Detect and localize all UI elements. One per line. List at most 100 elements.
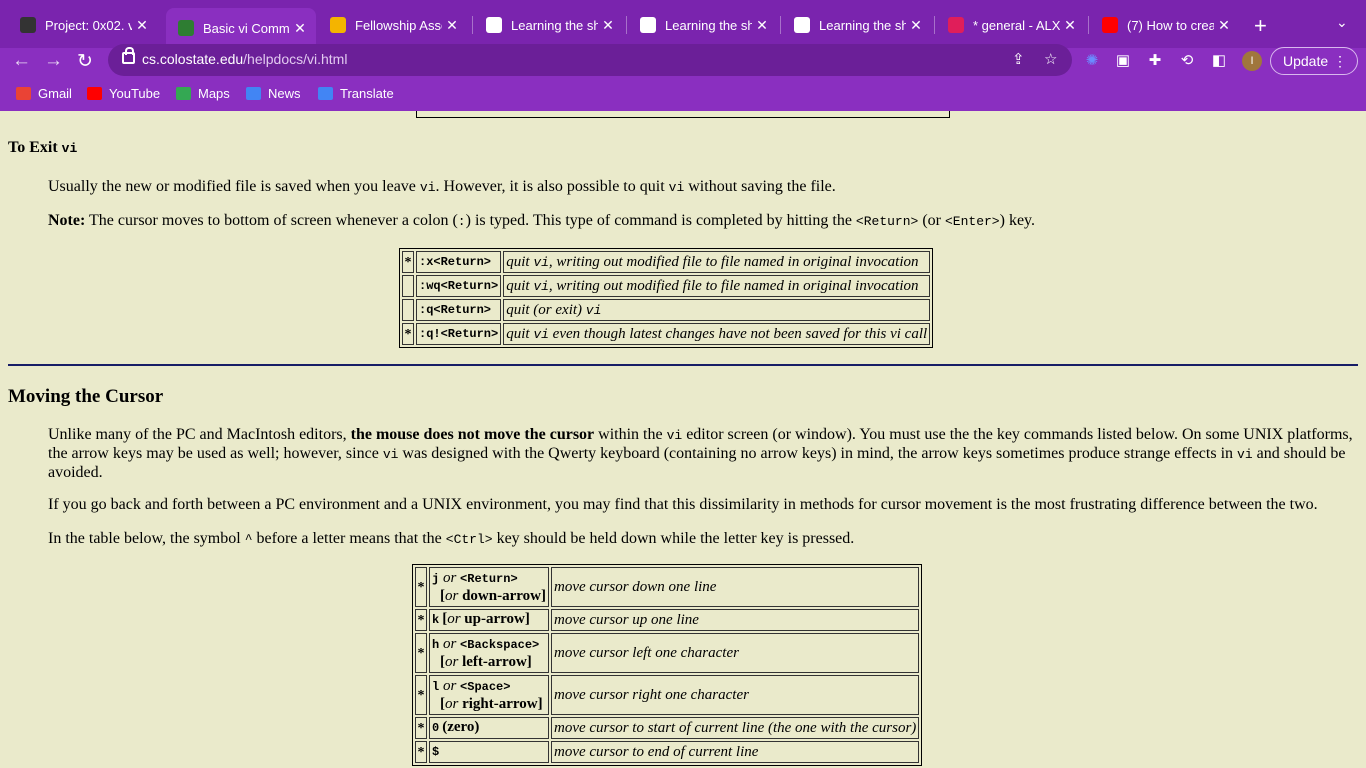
star-marker: * [415, 567, 427, 607]
maps-icon [176, 87, 191, 100]
translate-icon [318, 87, 333, 100]
bookmarks-bar: Gmail YouTube Maps News Translate [0, 82, 1366, 106]
star-marker: * [415, 675, 427, 715]
extension-icon[interactable]: ✺ [1083, 52, 1101, 70]
update-button[interactable]: Update ⋮ [1270, 47, 1358, 75]
reload-icon[interactable]: ↻ [77, 50, 93, 73]
close-tab-icon[interactable]: ✕ [132, 17, 152, 34]
text-run: ) is typed. This type of command is comp… [465, 212, 856, 229]
address-bar[interactable]: cs.colostate.edu/helpdocs/vi.html ⇪ ☆ [108, 44, 1072, 76]
or-text: or [439, 569, 461, 586]
key-code: :q!<Return> [419, 327, 499, 341]
tab-4[interactable]: Learning the sh ✕ [474, 8, 624, 42]
tab-6[interactable]: Learning the sh ✕ [782, 8, 932, 42]
key-code: $ [432, 745, 440, 759]
cursor-paragraph-1: Unlike many of the PC and MacIntosh edit… [48, 426, 1358, 482]
exit-paragraph: Usually the new or modified file is save… [48, 178, 836, 197]
close-tab-icon[interactable]: ✕ [752, 17, 772, 34]
section-divider [8, 364, 1358, 366]
side-panel-icon[interactable]: ◧ [1210, 52, 1228, 70]
new-tab-icon[interactable]: + [1254, 13, 1267, 39]
inline-code: <Ctrl> [445, 532, 493, 547]
command-description: quit (or exit) vi [503, 299, 931, 321]
close-tab-icon[interactable]: ✕ [1214, 17, 1234, 34]
cursor-paragraph-3: In the table below, the symbol ^ before … [48, 530, 854, 549]
tab-3[interactable]: Fellowship Asse ✕ [318, 8, 468, 42]
cursor-commands-table: * j or <Return> [or down-arrow] move cursor… [412, 564, 923, 766]
tab-favicon-icon [178, 20, 194, 36]
bookmark-label: YouTube [109, 86, 161, 101]
inline-code: vi [668, 180, 685, 195]
table-row: * k [or up-arrow] move cursor up one line [415, 609, 920, 631]
command-description: move cursor down one line [550, 567, 920, 607]
inline-code: <Return> [855, 214, 919, 229]
text-run: within the [594, 426, 667, 443]
inline-code: vi [382, 447, 399, 462]
bookmark-star-icon[interactable]: ☆ [1044, 50, 1057, 68]
youtube-icon [87, 87, 102, 100]
bookmark-news[interactable]: News [246, 86, 301, 101]
forward-arrow-icon[interactable]: → [44, 50, 63, 72]
bookmark-youtube[interactable]: YouTube [87, 86, 160, 101]
or-text: or [439, 635, 461, 652]
inline-code: <Enter> [945, 214, 1000, 229]
alt-key: up-arrow] [460, 611, 530, 627]
alternate-key: [or right-arrow] [432, 696, 543, 712]
cursor-heading: Moving the Cursor [8, 386, 164, 407]
command-key: :wq<Return> [416, 275, 502, 297]
tab-8[interactable]: (7) How to creat ✕ [1090, 8, 1240, 42]
lock-icon[interactable] [122, 47, 135, 64]
history-sync-icon[interactable]: ⟲ [1178, 52, 1196, 70]
text-run: without saving the file. [684, 178, 836, 195]
inline-code: ^ [244, 532, 253, 547]
note-label: Note: [48, 212, 86, 229]
bookmark-translate[interactable]: Translate [318, 86, 394, 101]
desc-code: vi [585, 302, 602, 318]
bookmark-gmail[interactable]: Gmail [16, 86, 72, 101]
text-run: The cursor moves to bottom of screen whe… [85, 212, 458, 229]
tab-1[interactable]: Project: 0x02. vi ✕ [8, 8, 158, 42]
star-marker: * [402, 251, 414, 273]
close-tab-icon[interactable]: ✕ [1060, 17, 1080, 34]
tab-7[interactable]: * general - ALX ✕ [936, 8, 1086, 42]
more-menu-icon[interactable]: ⋮ [1333, 48, 1347, 74]
url-text[interactable]: cs.colostate.edu/helpdocs/vi.html [142, 51, 347, 67]
close-tab-icon[interactable]: ✕ [906, 17, 926, 34]
extensions-puzzle-icon[interactable]: ✚ [1146, 52, 1164, 70]
tab-5[interactable]: Learning the sh ✕ [628, 8, 778, 42]
close-tab-icon[interactable]: ✕ [290, 20, 310, 37]
star-marker: * [415, 609, 427, 631]
desc-text: quit (or exit) [506, 301, 586, 318]
desc-text: quit [506, 277, 534, 294]
text-run: Usually the new or modified file is save… [48, 178, 420, 195]
text-run: ) key. [999, 212, 1035, 229]
tab-favicon-icon [640, 17, 656, 33]
command-key: $ [429, 741, 549, 763]
back-arrow-icon[interactable]: ← [12, 50, 31, 72]
previous-table-bottom [416, 111, 950, 118]
star-marker [402, 275, 414, 297]
tab-favicon-icon [794, 17, 810, 33]
browser-chrome: Project: 0x02. vi ✕ Basic vi Comma ✕ Fellows… [0, 0, 1366, 111]
share-icon[interactable]: ⇪ [1012, 50, 1025, 68]
command-description: move cursor to start of current line (th… [550, 717, 920, 739]
extension-puzzle-dark-icon[interactable]: ▣ [1114, 52, 1132, 70]
table-row: * h or <Backspace> [or left-arrow] move cur… [415, 633, 920, 673]
tab-search-chevron-icon[interactable]: ⌄ [1336, 14, 1348, 31]
command-key: :x<Return> [416, 251, 502, 273]
text-run: (or [918, 212, 945, 229]
or-text: or [445, 587, 459, 604]
or-text: or [445, 695, 459, 712]
profile-avatar[interactable]: I [1242, 51, 1262, 71]
tab-2[interactable]: Basic vi Comma ✕ [166, 8, 316, 48]
tab-title: Learning the sh [819, 17, 906, 33]
star-marker [402, 299, 414, 321]
or-text: or [447, 611, 461, 627]
alt-key: right-arrow] [458, 695, 543, 712]
bookmark-maps[interactable]: Maps [176, 86, 230, 101]
tab-separator [780, 16, 781, 34]
tab-title: Basic vi Comma [203, 20, 290, 36]
close-tab-icon[interactable]: ✕ [442, 17, 462, 34]
close-tab-icon[interactable]: ✕ [598, 17, 618, 34]
gmail-icon [16, 87, 31, 100]
